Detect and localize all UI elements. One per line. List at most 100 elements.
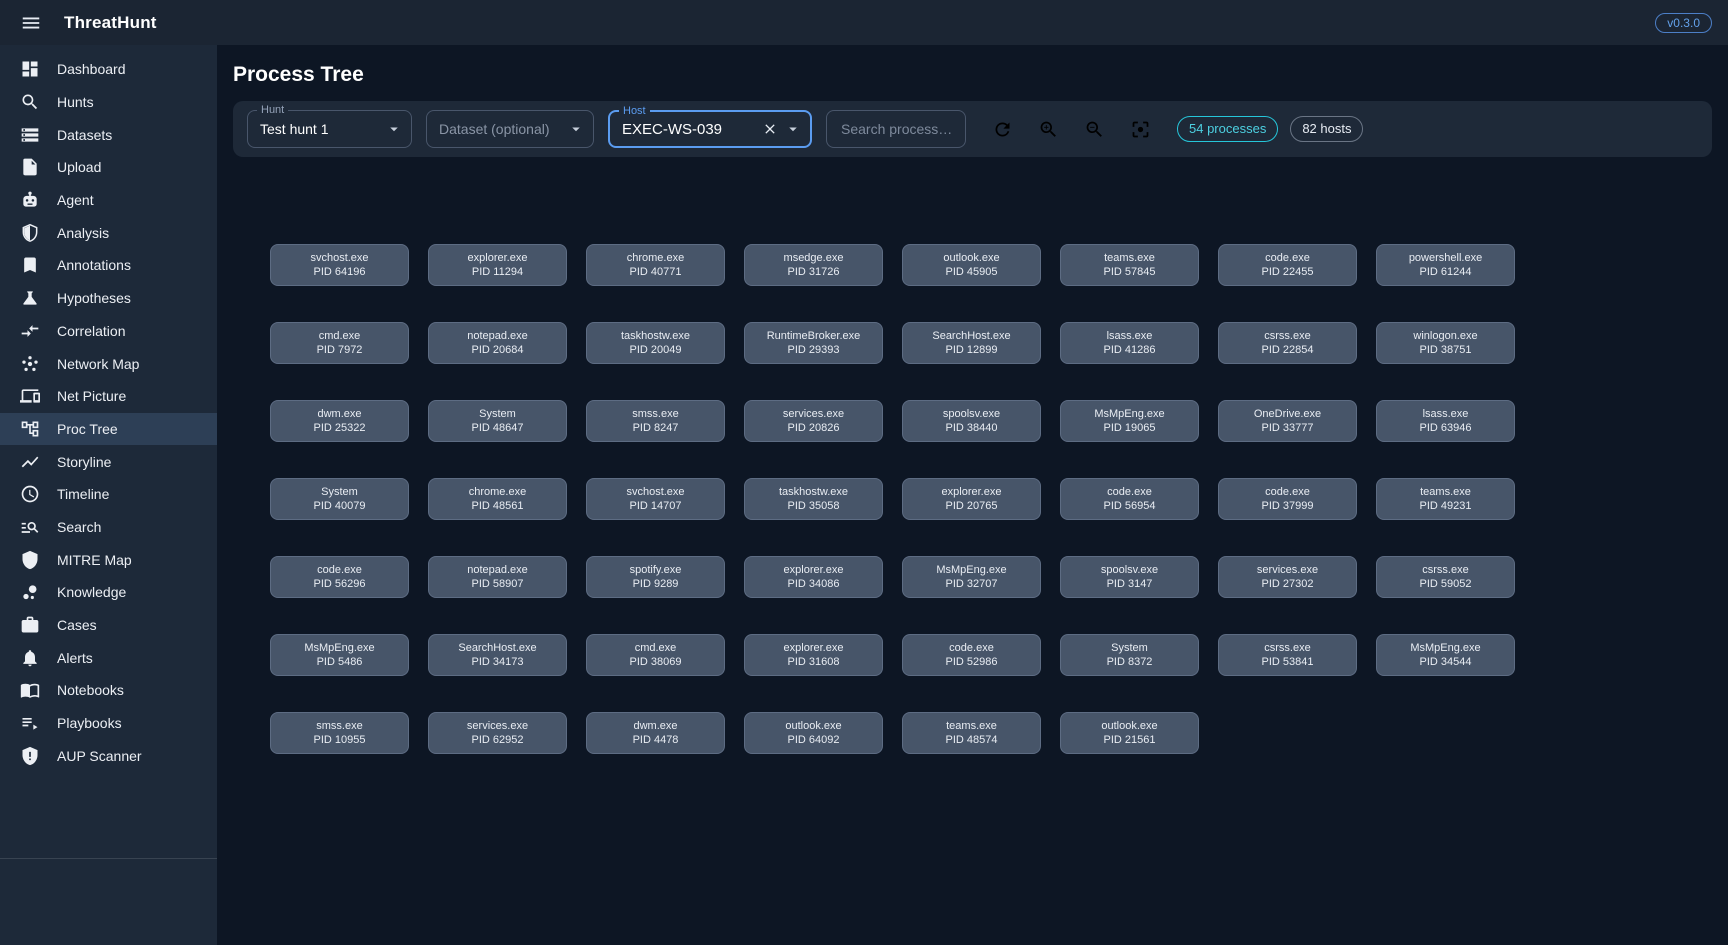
sidebar-item-alerts[interactable]: Alerts <box>0 641 217 674</box>
chevron-down-icon <box>385 120 403 138</box>
process-name: MsMpEng.exe <box>1410 641 1480 655</box>
process-node[interactable]: code.exePID 22455 <box>1218 244 1357 286</box>
sidebar-item-storyline[interactable]: Storyline <box>0 445 217 478</box>
host-select[interactable]: Host EXEC-WS-039 <box>608 110 812 148</box>
zoom-out-button[interactable] <box>1078 113 1111 146</box>
sidebar-item-agent[interactable]: Agent <box>0 184 217 217</box>
process-node[interactable]: code.exePID 56296 <box>270 556 409 598</box>
process-node[interactable]: svchost.exePID 14707 <box>586 478 725 520</box>
process-name: services.exe <box>467 719 528 733</box>
process-node[interactable]: lsass.exePID 63946 <box>1376 400 1515 442</box>
process-node[interactable]: SystemPID 40079 <box>270 478 409 520</box>
process-node[interactable]: csrss.exePID 59052 <box>1376 556 1515 598</box>
sidebar-item-proc-tree[interactable]: Proc Tree <box>0 413 217 446</box>
process-node[interactable]: taskhostw.exePID 35058 <box>744 478 883 520</box>
sidebar-item-annotations[interactable]: Annotations <box>0 249 217 282</box>
hamburger-menu-icon[interactable] <box>16 8 46 38</box>
process-pid: PID 27302 <box>1262 577 1314 591</box>
sidebar-item-correlation[interactable]: Correlation <box>0 315 217 348</box>
process-name: msedge.exe <box>784 251 844 265</box>
process-node[interactable]: chrome.exePID 40771 <box>586 244 725 286</box>
process-node[interactable]: spotify.exePID 9289 <box>586 556 725 598</box>
process-node[interactable]: powershell.exePID 61244 <box>1376 244 1515 286</box>
clear-host-icon[interactable] <box>760 119 780 139</box>
sidebar-item-notebooks[interactable]: Notebooks <box>0 674 217 707</box>
process-node[interactable]: SystemPID 48647 <box>428 400 567 442</box>
process-pid: PID 41286 <box>1104 343 1156 357</box>
process-node[interactable]: csrss.exePID 22854 <box>1218 322 1357 364</box>
process-node[interactable]: outlook.exePID 64092 <box>744 712 883 754</box>
sidebar-item-aup-scanner[interactable]: AUP Scanner <box>0 739 217 772</box>
refresh-button[interactable] <box>986 113 1019 146</box>
process-node[interactable]: teams.exePID 57845 <box>1060 244 1199 286</box>
sidebar-item-hypotheses[interactable]: Hypotheses <box>0 282 217 315</box>
process-node[interactable]: dwm.exePID 25322 <box>270 400 409 442</box>
process-node[interactable]: services.exePID 62952 <box>428 712 567 754</box>
sidebar-item-dashboard[interactable]: Dashboard <box>0 53 217 86</box>
dataset-select[interactable]: Dataset (optional) <box>426 110 594 148</box>
sidebar-item-analysis[interactable]: Analysis <box>0 216 217 249</box>
process-node[interactable]: teams.exePID 49231 <box>1376 478 1515 520</box>
process-node[interactable]: smss.exePID 10955 <box>270 712 409 754</box>
process-node[interactable]: msedge.exePID 31726 <box>744 244 883 286</box>
sidebar-item-mitre-map[interactable]: MITRE Map <box>0 543 217 576</box>
process-node[interactable]: MsMpEng.exePID 5486 <box>270 634 409 676</box>
sidebar-item-network-map[interactable]: Network Map <box>0 347 217 380</box>
process-search-input[interactable] <box>839 120 953 138</box>
process-node[interactable]: svchost.exePID 64196 <box>270 244 409 286</box>
process-node[interactable]: SystemPID 8372 <box>1060 634 1199 676</box>
process-node[interactable]: spoolsv.exePID 38440 <box>902 400 1041 442</box>
process-node[interactable]: MsMpEng.exePID 34544 <box>1376 634 1515 676</box>
process-pid: PID 8372 <box>1107 655 1153 669</box>
center-focus-button[interactable] <box>1124 113 1157 146</box>
process-node[interactable]: notepad.exePID 58907 <box>428 556 567 598</box>
process-node[interactable]: MsMpEng.exePID 32707 <box>902 556 1041 598</box>
process-name: explorer.exe <box>942 485 1002 499</box>
process-node[interactable]: code.exePID 56954 <box>1060 478 1199 520</box>
sidebar-item-cases[interactable]: Cases <box>0 609 217 642</box>
process-node[interactable]: RuntimeBroker.exePID 29393 <box>744 322 883 364</box>
sidebar-item-label: Analysis <box>57 225 109 241</box>
process-node[interactable]: outlook.exePID 45905 <box>902 244 1041 286</box>
process-node[interactable]: spoolsv.exePID 3147 <box>1060 556 1199 598</box>
sidebar-item-datasets[interactable]: Datasets <box>0 118 217 151</box>
process-node[interactable]: cmd.exePID 7972 <box>270 322 409 364</box>
sidebar-item-upload[interactable]: Upload <box>0 151 217 184</box>
process-node[interactable]: dwm.exePID 4478 <box>586 712 725 754</box>
process-name: explorer.exe <box>468 251 528 265</box>
process-node[interactable]: SearchHost.exePID 34173 <box>428 634 567 676</box>
process-node[interactable]: OneDrive.exePID 33777 <box>1218 400 1357 442</box>
process-node[interactable]: code.exePID 37999 <box>1218 478 1357 520</box>
process-node[interactable]: explorer.exePID 11294 <box>428 244 567 286</box>
process-node[interactable]: chrome.exePID 48561 <box>428 478 567 520</box>
sidebar-item-hunts[interactable]: Hunts <box>0 86 217 119</box>
process-name: System <box>1111 641 1148 655</box>
process-pid: PID 22854 <box>1262 343 1314 357</box>
process-node[interactable]: services.exePID 27302 <box>1218 556 1357 598</box>
sidebar-item-label: MITRE Map <box>57 552 132 568</box>
sidebar-item-playbooks[interactable]: Playbooks <box>0 707 217 740</box>
sidebar-item-timeline[interactable]: Timeline <box>0 478 217 511</box>
process-node[interactable]: SearchHost.exePID 12899 <box>902 322 1041 364</box>
process-node[interactable]: csrss.exePID 53841 <box>1218 634 1357 676</box>
sidebar-item-net-picture[interactable]: Net Picture <box>0 380 217 413</box>
process-node[interactable]: services.exePID 20826 <box>744 400 883 442</box>
process-node[interactable]: winlogon.exePID 38751 <box>1376 322 1515 364</box>
process-node[interactable]: smss.exePID 8247 <box>586 400 725 442</box>
sidebar-item-search[interactable]: Search <box>0 511 217 544</box>
process-node[interactable]: explorer.exePID 34086 <box>744 556 883 598</box>
zoom-in-button[interactable] <box>1032 113 1065 146</box>
process-node[interactable]: cmd.exePID 38069 <box>586 634 725 676</box>
sidebar-item-label: Alerts <box>57 650 93 666</box>
process-node[interactable]: teams.exePID 48574 <box>902 712 1041 754</box>
process-node[interactable]: MsMpEng.exePID 19065 <box>1060 400 1199 442</box>
process-node[interactable]: explorer.exePID 20765 <box>902 478 1041 520</box>
sidebar-item-knowledge[interactable]: Knowledge <box>0 576 217 609</box>
process-node[interactable]: lsass.exePID 41286 <box>1060 322 1199 364</box>
hunt-select[interactable]: Hunt Test hunt 1 <box>247 110 412 148</box>
process-node[interactable]: taskhostw.exePID 20049 <box>586 322 725 364</box>
process-node[interactable]: code.exePID 52986 <box>902 634 1041 676</box>
process-node[interactable]: outlook.exePID 21561 <box>1060 712 1199 754</box>
process-node[interactable]: explorer.exePID 31608 <box>744 634 883 676</box>
process-node[interactable]: notepad.exePID 20684 <box>428 322 567 364</box>
